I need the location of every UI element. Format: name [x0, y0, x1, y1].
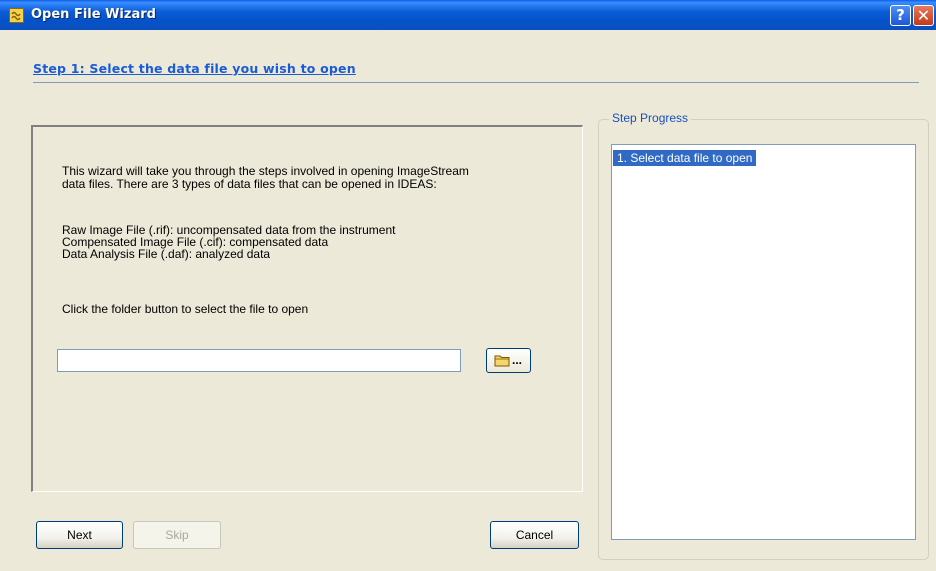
browse-dots: ... [512, 353, 523, 367]
window-title: Open File Wizard [31, 7, 156, 22]
step-item-select-file[interactable]: 1. Select data file to open [613, 150, 757, 166]
title-bar: Open File Wizard ? ✕ [0, 0, 936, 30]
help-button[interactable]: ? [890, 5, 911, 26]
file-path-input[interactable] [57, 349, 461, 372]
app-icon [9, 8, 24, 23]
intro-text-line1: This wizard will take you through the st… [62, 164, 469, 178]
file-type-daf: Data Analysis File (.daf): analyzed data [62, 247, 271, 261]
content-panel: This wizard will take you through the st… [31, 125, 583, 492]
skip-button[interactable]: Skip [133, 521, 221, 549]
step-progress-list[interactable]: 1. Select data file to open [611, 144, 916, 540]
browse-folder-button[interactable]: ... [486, 348, 531, 373]
intro-text-line2: data files. There are 3 types of data fi… [62, 177, 437, 191]
step-progress-label: Step Progress [609, 111, 692, 125]
folder-icon [494, 354, 511, 370]
instruction-text: Click the folder button to select the fi… [62, 302, 309, 316]
close-button[interactable]: ✕ [913, 5, 934, 26]
step-header: Step 1: Select the data file you wish to… [33, 61, 356, 76]
header-divider [33, 82, 919, 83]
next-button[interactable]: Next [36, 521, 123, 549]
cancel-button[interactable]: Cancel [490, 521, 579, 549]
